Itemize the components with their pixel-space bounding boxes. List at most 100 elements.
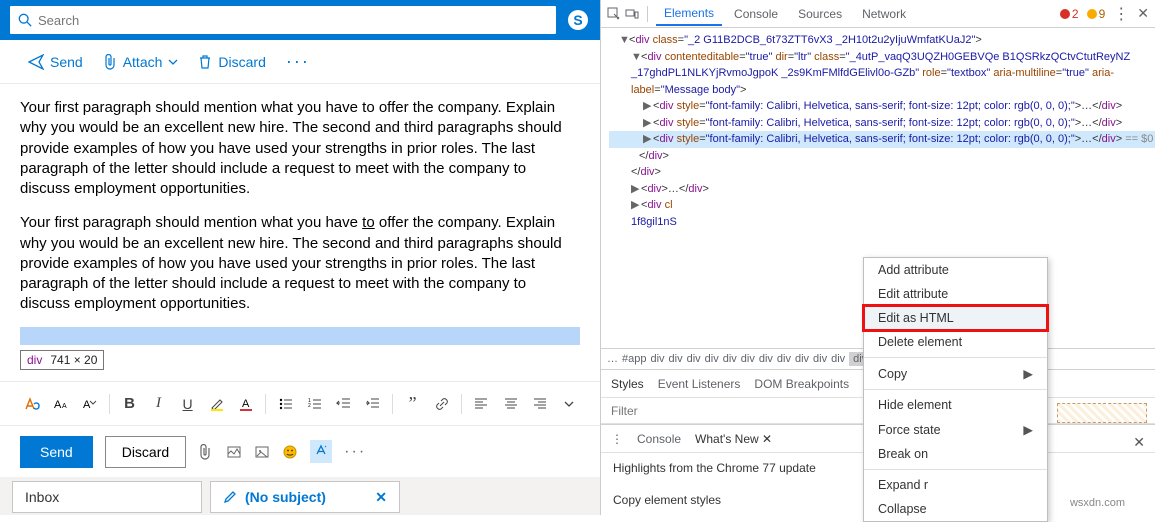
font-size-dropdown[interactable]: A	[78, 390, 101, 418]
crumb-div[interactable]: div	[795, 353, 809, 365]
error-badge[interactable]: 2	[1060, 7, 1079, 21]
search-input[interactable]: Search	[10, 6, 556, 34]
crumb-div[interactable]: div	[705, 353, 719, 365]
styles-tab[interactable]: Styles	[611, 377, 644, 391]
discard-button-top[interactable]: Discard	[190, 50, 273, 74]
sources-tab[interactable]: Sources	[790, 3, 850, 25]
more-button[interactable]: ···	[278, 47, 318, 76]
inline-image-icon[interactable]	[226, 444, 242, 460]
ctx-edit-attribute[interactable]: Edit attribute	[864, 282, 1047, 306]
devtools-close-icon[interactable]: ✕	[1137, 5, 1149, 22]
ctx-break-on[interactable]: Break on	[864, 442, 1047, 466]
align-center-button[interactable]	[499, 390, 522, 418]
drawer-console-tab[interactable]: Console	[637, 432, 681, 446]
crumb-div[interactable]: div	[669, 353, 683, 365]
italic-button[interactable]: I	[147, 390, 170, 418]
skype-icon[interactable]: S	[566, 8, 590, 32]
ctx-edit-as-html[interactable]: Edit as HTML	[864, 306, 1047, 330]
crumb-div[interactable]: div	[650, 353, 664, 365]
crumb-div[interactable]: div	[741, 353, 755, 365]
close-tab-button[interactable]: ✕	[375, 489, 387, 506]
dom-line[interactable]: ▶<div cl	[609, 197, 1155, 214]
indent-button[interactable]	[361, 390, 384, 418]
crumb-app[interactable]: #app	[622, 353, 646, 365]
attach-button[interactable]: Attach	[95, 50, 187, 74]
ctx-delete-element[interactable]: Delete element	[864, 330, 1047, 354]
svg-text:S: S	[573, 12, 582, 28]
svg-text:A: A	[62, 403, 67, 410]
format-more-button[interactable]	[557, 390, 580, 418]
inspect-icon[interactable]	[607, 7, 621, 21]
link-button[interactable]	[430, 390, 453, 418]
whats-new-tab[interactable]: What's New ✕	[695, 432, 772, 446]
search-placeholder: Search	[38, 13, 548, 28]
ctx-expand[interactable]: Expand r	[864, 473, 1047, 497]
crumb-div[interactable]: div	[723, 353, 737, 365]
signature-icon[interactable]	[310, 440, 332, 463]
emoji-icon[interactable]	[282, 444, 298, 460]
ctx-add-attribute[interactable]: Add attribute	[864, 258, 1047, 282]
picture-icon[interactable]	[254, 444, 270, 460]
outdent-button[interactable]	[332, 390, 355, 418]
send-button-top[interactable]: Send	[20, 50, 91, 74]
tooltip-size: 741 × 20	[50, 353, 97, 367]
bold-button[interactable]: B	[118, 390, 141, 418]
dom-line[interactable]: ▶<div style="font-family: Calibri, Helve…	[609, 115, 1155, 132]
devtools-more-icon[interactable]: ⋮	[1113, 4, 1129, 24]
discard-button[interactable]: Discard	[105, 436, 186, 468]
dom-line[interactable]: 1f8gil1nS	[609, 214, 1155, 231]
svg-text:A: A	[54, 399, 62, 411]
dom-breakpoints-tab[interactable]: DOM Breakpoints	[754, 377, 849, 391]
dom-line[interactable]: ▶<div style="font-family: Calibri, Helve…	[609, 98, 1155, 115]
drawer-close-icon[interactable]: ✕	[1133, 434, 1145, 451]
crumb-div[interactable]: div	[687, 353, 701, 365]
align-left-button[interactable]	[470, 390, 493, 418]
ctx-force-state[interactable]: Force state▶	[864, 417, 1047, 442]
event-listeners-tab[interactable]: Event Listeners	[658, 377, 741, 391]
drawer-more-icon[interactable]: ⋮	[611, 432, 623, 446]
dom-line[interactable]: ▼<div contenteditable="true" dir="ltr" c…	[609, 49, 1155, 99]
edit-icon	[223, 490, 237, 504]
send-icon	[28, 54, 44, 70]
align-right-button[interactable]	[528, 390, 551, 418]
inbox-label: Inbox	[25, 489, 59, 505]
warning-badge[interactable]: 9	[1087, 7, 1106, 21]
highlight-button[interactable]	[205, 390, 228, 418]
watermark: wsxdn.com	[1070, 497, 1125, 509]
paragraph-2: Your first paragraph should mention what…	[20, 213, 580, 314]
draft-label: (No subject)	[245, 489, 326, 505]
device-icon[interactable]	[625, 7, 639, 21]
send-more-icon[interactable]: ···	[344, 443, 366, 461]
dom-line[interactable]: </div>	[609, 148, 1155, 165]
network-tab[interactable]: Network	[854, 3, 914, 25]
numbering-button[interactable]: 12	[303, 390, 326, 418]
title-bar: Search S	[0, 0, 600, 40]
crumb-div[interactable]: div	[813, 353, 827, 365]
bullets-button[interactable]	[274, 390, 297, 418]
compose-toolbar: Send Attach Discard ···	[0, 40, 600, 84]
svg-text:A: A	[83, 399, 91, 411]
crumb-div[interactable]: div	[777, 353, 791, 365]
message-body[interactable]: Your first paragraph should mention what…	[0, 84, 600, 381]
dom-line[interactable]: ▶<div>…</div>	[609, 181, 1155, 198]
font-color-button[interactable]: A	[234, 390, 257, 418]
font-icon[interactable]	[20, 390, 43, 418]
font-size-icon[interactable]: AA	[49, 390, 72, 418]
elements-tab[interactable]: Elements	[656, 2, 722, 26]
attach-icon[interactable]	[198, 444, 214, 460]
quote-button[interactable]: ”	[401, 390, 424, 418]
dom-line[interactable]: ▼<div class="_2 G11B2DCB_6t73ZTT6vX3 _2H…	[609, 32, 1155, 49]
underline-button[interactable]: U	[176, 390, 199, 418]
inbox-tab[interactable]: Inbox	[12, 481, 202, 513]
ctx-copy[interactable]: Copy▶	[864, 361, 1047, 386]
send-button[interactable]: Send	[20, 436, 93, 468]
crumb-div[interactable]: div	[759, 353, 773, 365]
ctx-collapse[interactable]: Collapse	[864, 497, 1047, 521]
console-tab[interactable]: Console	[726, 3, 786, 25]
dom-line-selected[interactable]: ▶<div style="font-family: Calibri, Helve…	[609, 131, 1155, 148]
draft-tab[interactable]: (No subject) ✕	[210, 481, 400, 513]
send-label: Send	[50, 54, 83, 70]
ctx-hide-element[interactable]: Hide element	[864, 393, 1047, 417]
crumb-div[interactable]: div	[831, 353, 845, 365]
dom-line[interactable]: </div>	[609, 164, 1155, 181]
